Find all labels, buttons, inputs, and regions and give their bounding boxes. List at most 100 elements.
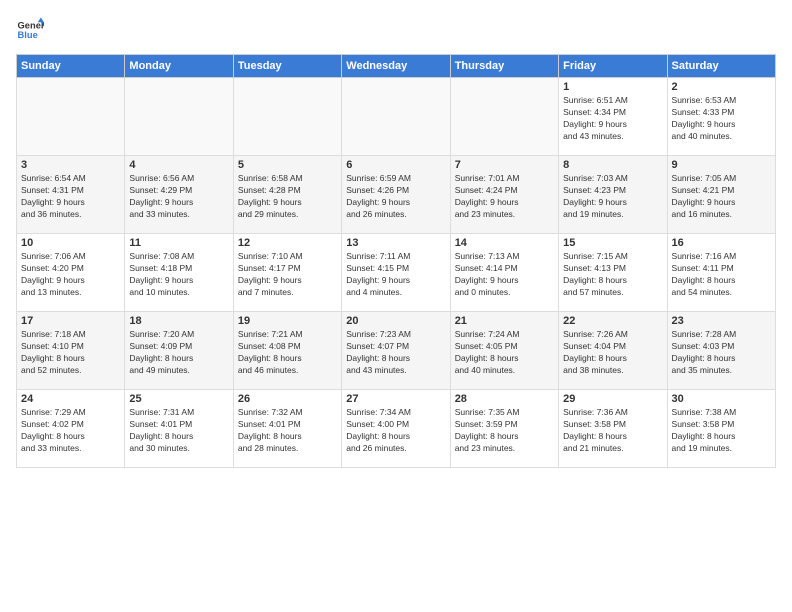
calendar-cell: 4 Sunrise: 6:56 AM Sunset: 4:29 PM Daylig… — [125, 156, 233, 234]
calendar-cell — [17, 78, 125, 156]
day-number: 13 — [346, 237, 445, 249]
calendar-cell: 28 Sunrise: 7:35 AM Sunset: 3:59 PM Dayli… — [450, 390, 558, 468]
day-info: Sunrise: 7:15 AM Sunset: 4:13 PM Dayligh… — [563, 251, 662, 299]
day-number: 20 — [346, 315, 445, 327]
day-info: Sunrise: 7:11 AM Sunset: 4:15 PM Dayligh… — [346, 251, 445, 299]
day-number: 12 — [238, 237, 337, 249]
calendar-cell: 12 Sunrise: 7:10 AM Sunset: 4:17 PM Dayli… — [233, 234, 341, 312]
day-info: Sunrise: 6:54 AM Sunset: 4:31 PM Dayligh… — [21, 173, 120, 221]
calendar-cell: 30 Sunrise: 7:38 AM Sunset: 3:58 PM Dayli… — [667, 390, 775, 468]
calendar-header-thursday: Thursday — [450, 55, 558, 78]
calendar-week-0: 1Sunrise: 6:51 AM Sunset: 4:34 PM Daylig… — [17, 78, 776, 156]
calendar-cell: 26 Sunrise: 7:32 AM Sunset: 4:01 PM Dayli… — [233, 390, 341, 468]
calendar-cell: 13 Sunrise: 7:11 AM Sunset: 4:15 PM Dayli… — [342, 234, 450, 312]
day-info: Sunrise: 7:32 AM Sunset: 4:01 PM Dayligh… — [238, 407, 337, 455]
day-info: Sunrise: 7:31 AM Sunset: 4:01 PM Dayligh… — [129, 407, 228, 455]
calendar-header-monday: Monday — [125, 55, 233, 78]
calendar-cell: 19 Sunrise: 7:21 AM Sunset: 4:08 PM Dayli… — [233, 312, 341, 390]
calendar-cell: 23Sunrise: 7:28 AM Sunset: 4:03 PM Dayli… — [667, 312, 775, 390]
calendar-cell: 11 Sunrise: 7:08 AM Sunset: 4:18 PM Dayli… — [125, 234, 233, 312]
day-info: Sunrise: 7:06 AM Sunset: 4:20 PM Dayligh… — [21, 251, 120, 299]
page-header: General Blue — [16, 16, 776, 44]
day-number: 27 — [346, 393, 445, 405]
day-number: 18 — [129, 315, 228, 327]
day-number: 21 — [455, 315, 554, 327]
calendar-header-saturday: Saturday — [667, 55, 775, 78]
day-number: 3 — [21, 159, 120, 171]
day-number: 16 — [672, 237, 771, 249]
day-info: Sunrise: 7:21 AM Sunset: 4:08 PM Dayligh… — [238, 329, 337, 377]
day-info: Sunrise: 7:34 AM Sunset: 4:00 PM Dayligh… — [346, 407, 445, 455]
calendar-cell: 27 Sunrise: 7:34 AM Sunset: 4:00 PM Dayli… — [342, 390, 450, 468]
logo-icon: General Blue — [16, 16, 44, 44]
calendar-week-1: 3 Sunrise: 6:54 AM Sunset: 4:31 PM Daylig… — [17, 156, 776, 234]
day-number: 29 — [563, 393, 662, 405]
calendar-cell: 6Sunrise: 6:59 AM Sunset: 4:26 PM Daylig… — [342, 156, 450, 234]
day-info: Sunrise: 7:16 AM Sunset: 4:11 PM Dayligh… — [672, 251, 771, 299]
day-number: 4 — [129, 159, 228, 171]
calendar-cell: 17 Sunrise: 7:18 AM Sunset: 4:10 PM Dayli… — [17, 312, 125, 390]
day-info: Sunrise: 7:18 AM Sunset: 4:10 PM Dayligh… — [21, 329, 120, 377]
calendar-cell: 8 Sunrise: 7:03 AM Sunset: 4:23 PM Daylig… — [559, 156, 667, 234]
day-info: Sunrise: 7:01 AM Sunset: 4:24 PM Dayligh… — [455, 173, 554, 221]
day-number: 19 — [238, 315, 337, 327]
day-info: Sunrise: 7:13 AM Sunset: 4:14 PM Dayligh… — [455, 251, 554, 299]
day-info: Sunrise: 7:08 AM Sunset: 4:18 PM Dayligh… — [129, 251, 228, 299]
day-number: 25 — [129, 393, 228, 405]
day-number: 1 — [563, 81, 662, 93]
calendar-cell: 29 Sunrise: 7:36 AM Sunset: 3:58 PM Dayli… — [559, 390, 667, 468]
calendar-header-wednesday: Wednesday — [342, 55, 450, 78]
calendar-cell: 5 Sunrise: 6:58 AM Sunset: 4:28 PM Daylig… — [233, 156, 341, 234]
calendar-week-2: 10 Sunrise: 7:06 AM Sunset: 4:20 PM Dayli… — [17, 234, 776, 312]
day-number: 26 — [238, 393, 337, 405]
day-number: 2 — [672, 81, 771, 93]
calendar-cell — [450, 78, 558, 156]
calendar-body: 1Sunrise: 6:51 AM Sunset: 4:34 PM Daylig… — [17, 78, 776, 468]
calendar-cell: 3 Sunrise: 6:54 AM Sunset: 4:31 PM Daylig… — [17, 156, 125, 234]
day-number: 10 — [21, 237, 120, 249]
day-info: Sunrise: 7:20 AM Sunset: 4:09 PM Dayligh… — [129, 329, 228, 377]
day-number: 30 — [672, 393, 771, 405]
calendar-header-tuesday: Tuesday — [233, 55, 341, 78]
calendar-cell: 7Sunrise: 7:01 AM Sunset: 4:24 PM Daylig… — [450, 156, 558, 234]
day-number: 14 — [455, 237, 554, 249]
calendar-cell: 10 Sunrise: 7:06 AM Sunset: 4:20 PM Dayli… — [17, 234, 125, 312]
calendar-cell: 15Sunrise: 7:15 AM Sunset: 4:13 PM Dayli… — [559, 234, 667, 312]
day-number: 22 — [563, 315, 662, 327]
day-number: 28 — [455, 393, 554, 405]
calendar-cell: 25 Sunrise: 7:31 AM Sunset: 4:01 PM Dayli… — [125, 390, 233, 468]
day-number: 11 — [129, 237, 228, 249]
calendar-cell — [125, 78, 233, 156]
calendar-cell: 9Sunrise: 7:05 AM Sunset: 4:21 PM Daylig… — [667, 156, 775, 234]
calendar-header-sunday: Sunday — [17, 55, 125, 78]
day-number: 8 — [563, 159, 662, 171]
logo: General Blue — [16, 16, 48, 44]
day-info: Sunrise: 7:03 AM Sunset: 4:23 PM Dayligh… — [563, 173, 662, 221]
calendar-header-row: SundayMondayTuesdayWednesdayThursdayFrid… — [17, 55, 776, 78]
day-number: 6 — [346, 159, 445, 171]
day-number: 17 — [21, 315, 120, 327]
calendar-header-friday: Friday — [559, 55, 667, 78]
day-info: Sunrise: 6:53 AM Sunset: 4:33 PM Dayligh… — [672, 95, 771, 143]
calendar-week-3: 17 Sunrise: 7:18 AM Sunset: 4:10 PM Dayli… — [17, 312, 776, 390]
calendar-cell: 16 Sunrise: 7:16 AM Sunset: 4:11 PM Dayli… — [667, 234, 775, 312]
day-info: Sunrise: 7:28 AM Sunset: 4:03 PM Dayligh… — [672, 329, 771, 377]
day-info: Sunrise: 6:56 AM Sunset: 4:29 PM Dayligh… — [129, 173, 228, 221]
day-info: Sunrise: 7:35 AM Sunset: 3:59 PM Dayligh… — [455, 407, 554, 455]
day-info: Sunrise: 6:58 AM Sunset: 4:28 PM Dayligh… — [238, 173, 337, 221]
day-number: 5 — [238, 159, 337, 171]
day-number: 9 — [672, 159, 771, 171]
svg-text:Blue: Blue — [18, 30, 38, 40]
day-info: Sunrise: 7:38 AM Sunset: 3:58 PM Dayligh… — [672, 407, 771, 455]
calendar-cell — [342, 78, 450, 156]
day-number: 24 — [21, 393, 120, 405]
day-info: Sunrise: 7:36 AM Sunset: 3:58 PM Dayligh… — [563, 407, 662, 455]
day-info: Sunrise: 7:29 AM Sunset: 4:02 PM Dayligh… — [21, 407, 120, 455]
day-info: Sunrise: 7:24 AM Sunset: 4:05 PM Dayligh… — [455, 329, 554, 377]
day-info: Sunrise: 7:10 AM Sunset: 4:17 PM Dayligh… — [238, 251, 337, 299]
calendar-cell: 22Sunrise: 7:26 AM Sunset: 4:04 PM Dayli… — [559, 312, 667, 390]
calendar-cell: 20 Sunrise: 7:23 AM Sunset: 4:07 PM Dayli… — [342, 312, 450, 390]
day-info: Sunrise: 7:23 AM Sunset: 4:07 PM Dayligh… — [346, 329, 445, 377]
calendar-cell: 21 Sunrise: 7:24 AM Sunset: 4:05 PM Dayli… — [450, 312, 558, 390]
calendar-cell: 24 Sunrise: 7:29 AM Sunset: 4:02 PM Dayli… — [17, 390, 125, 468]
